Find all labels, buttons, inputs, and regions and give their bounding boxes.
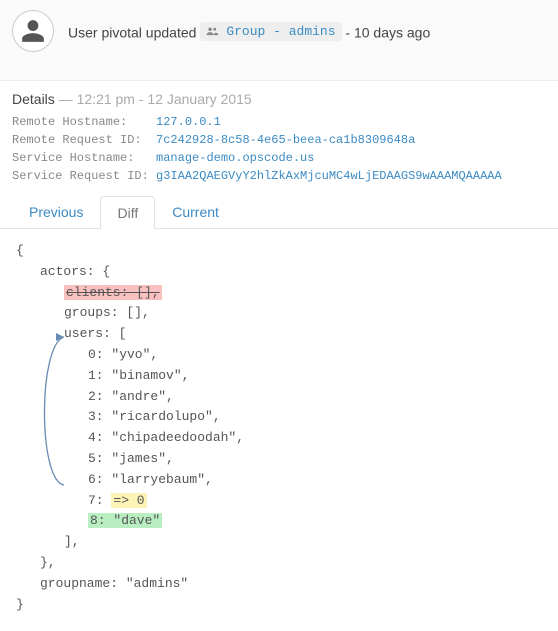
remote-request-label: Remote Request ID: <box>12 133 149 147</box>
line: { <box>16 241 542 262</box>
line: 7: => 0 <box>16 491 542 512</box>
diff-body: { actors: { clients: [], groups: [], use… <box>0 229 558 631</box>
line: 8: "dave" <box>16 511 542 532</box>
line: 2: "andre", <box>16 387 542 408</box>
line: actors: { <box>16 262 542 283</box>
event-header: User pivotal updated Group - admins - 10… <box>0 0 558 81</box>
details-dash: — <box>55 91 77 107</box>
remote-hostname-label: Remote Hostname: <box>12 115 149 129</box>
meta-block: Remote Hostname: 127.0.0.1 Remote Reques… <box>0 113 558 195</box>
tab-current[interactable]: Current <box>155 195 236 228</box>
line: clients: [], <box>16 283 542 304</box>
line: ], <box>16 532 542 553</box>
line: }, <box>16 553 542 574</box>
line: 1: "binamov", <box>16 366 542 387</box>
group-icon <box>206 25 220 37</box>
line: 5: "james", <box>16 449 542 470</box>
line: 0: "yvo", <box>16 345 542 366</box>
line: users: [ <box>16 324 542 345</box>
line: 3: "ricardolupo", <box>16 407 542 428</box>
u7-key: 7: <box>88 493 111 508</box>
line: 4: "chipadeedoodah", <box>16 428 542 449</box>
service-request: g3IAA2QAEGVyY2hlZkAxMjcuMC4wLjEDAAGS9wAA… <box>156 169 502 183</box>
service-hostname: manage-demo.opscode.us <box>156 151 314 165</box>
tab-previous[interactable]: Previous <box>12 195 100 228</box>
event-suffix: - 10 days ago <box>345 24 430 40</box>
tabs: Previous Diff Current <box>0 195 558 229</box>
line: } <box>16 595 542 616</box>
moved-span: => 0 <box>111 493 146 508</box>
group-chip[interactable]: Group - admins <box>200 22 341 41</box>
tab-diff[interactable]: Diff <box>100 196 155 229</box>
line: groupname: "admins" <box>16 574 542 595</box>
details-header: Details — 12:21 pm - 12 January 2015 <box>0 81 558 113</box>
remote-request: 7c242928-8c58-4e65-beea-ca1b8309648a <box>156 133 415 147</box>
removed-span: clients: [], <box>64 285 162 300</box>
service-request-label: Service Request ID: <box>12 169 149 183</box>
line: groups: [], <box>16 303 542 324</box>
details-time: 12:21 pm - 12 January 2015 <box>77 91 252 107</box>
avatar <box>12 10 54 52</box>
service-hostname-label: Service Hostname: <box>12 151 149 165</box>
remote-hostname: 127.0.0.1 <box>156 115 221 129</box>
added-span: 8: "dave" <box>88 513 162 528</box>
event-prefix: User pivotal updated <box>68 24 196 40</box>
event-description: User pivotal updated Group - admins - 10… <box>68 22 430 41</box>
group-label: Group - admins <box>226 24 335 39</box>
details-label: Details <box>12 91 55 107</box>
user-icon <box>20 18 46 44</box>
line: 6: "larryebaum", <box>16 470 542 491</box>
